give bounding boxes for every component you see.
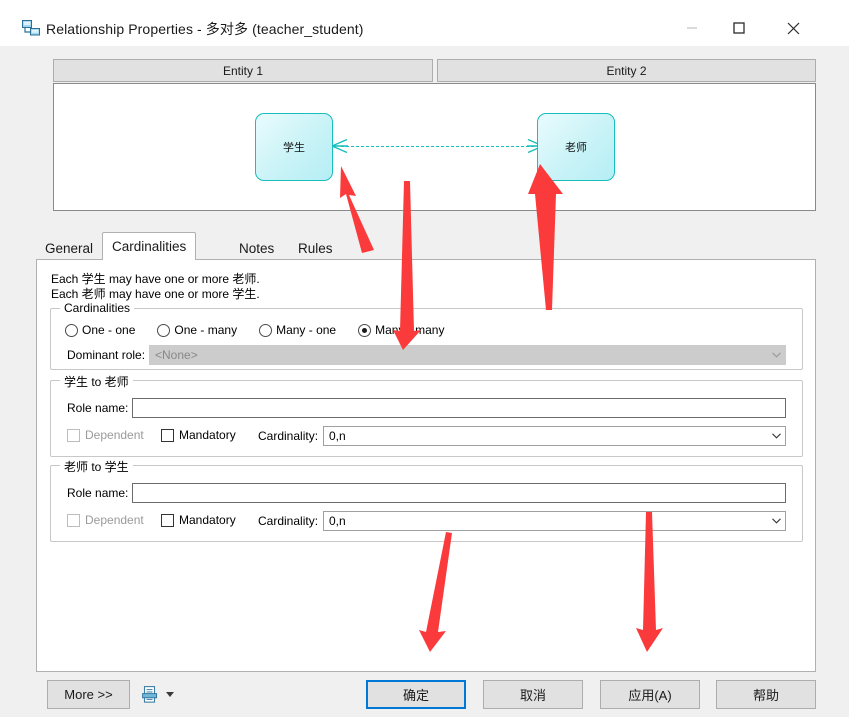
cardinality-value-2: 0,n [324,514,767,528]
chevron-down-icon [767,433,785,439]
role-group-2-title: 老师 to 学生 [60,458,133,475]
description-line-2: Each 老师 may have one or more 学生. [51,287,260,302]
dependent-label-2: Dependent [85,513,144,527]
dominant-role-value: <None> [150,348,767,362]
cardinalities-group: Cardinalities One - one One - many Many … [50,308,803,370]
radio-one-many[interactable]: One - many [157,323,237,337]
radio-one-one-label: One - one [82,323,135,337]
dependent-checkbox-2-box [67,514,80,527]
ok-button-label: 确定 [403,685,429,704]
role-group-student-to-teacher: 学生 to 老师 Role name: Dependent Mandatory … [50,380,803,457]
dominant-role-label: Dominant role: [67,348,145,362]
mandatory-checkbox-1[interactable]: Mandatory [161,428,236,442]
cardinality-select-2[interactable]: 0,n [323,511,786,531]
cardinality-value-1: 0,n [324,429,767,443]
cardinality-radio-group: One - one One - many Many - one Many - m… [65,323,466,337]
role-group-teacher-to-student: 老师 to 学生 Role name: Dependent Mandatory … [50,465,803,542]
relationship-icon [22,20,40,36]
apply-button[interactable]: 应用(A) [600,680,700,709]
dependent-label-1: Dependent [85,428,144,442]
cardinality-select-1[interactable]: 0,n [323,426,786,446]
cardinalities-tab-page: Each 学生 may have one or more 老师. Each 老师… [36,259,816,672]
relationship-description: Each 学生 may have one or more 老师. Each 老师… [51,272,260,302]
mandatory-checkbox-2[interactable]: Mandatory [161,513,236,527]
radio-many-many-dot [358,324,371,337]
dialog-client-area: Entity 1 Entity 2 学生 老师 General Cardinal… [0,46,849,717]
entity-left-label: 学生 [283,139,305,155]
dependent-checkbox-1[interactable]: Dependent [67,428,144,442]
help-button[interactable]: 帮助 [716,680,816,709]
close-button[interactable] [770,12,817,44]
dialog-button-bar: More >> 确定 取消 应用(A) 帮助 [0,672,849,717]
tab-notes-label: Notes [239,241,274,256]
relationship-line [341,146,534,147]
tab-strip: General Cardinalities Notes Rules [36,232,816,260]
window-title: Relationship Properties - 多对多 (teacher_s… [46,19,364,39]
tab-notes[interactable]: Notes [230,236,283,260]
dependent-checkbox-2[interactable]: Dependent [67,513,144,527]
relationship-diagram-preview: 学生 老师 [53,83,816,211]
radio-many-one[interactable]: Many - one [259,323,336,337]
entity1-column-header[interactable]: Entity 1 [53,59,433,82]
radio-many-one-label: Many - one [276,323,336,337]
tab-general[interactable]: General [36,236,102,260]
crow-foot-left-icon [331,135,353,157]
entity-box-left[interactable]: 学生 [255,113,333,181]
radio-one-many-dot [157,324,170,337]
role-name-input-1[interactable] [132,398,786,418]
report-dropdown-arrow-icon[interactable] [166,692,174,697]
maximize-button[interactable] [715,12,762,44]
tab-cardinalities-label: Cardinalities [112,239,186,254]
role-name-label-2: Role name: [67,486,128,500]
chevron-down-icon [767,352,785,358]
cardinality-label-1: Cardinality: [258,429,318,443]
help-button-label: 帮助 [753,685,779,704]
entity2-column-header[interactable]: Entity 2 [437,59,816,82]
apply-button-label: 应用(A) [628,685,671,704]
mandatory-checkbox-1-box [161,429,174,442]
mandatory-label-2: Mandatory [179,513,236,527]
radio-many-one-dot [259,324,272,337]
entity-right-label: 老师 [565,139,587,155]
tab-rules[interactable]: Rules [289,236,342,260]
radio-one-many-label: One - many [174,323,237,337]
more-button-label: More >> [64,687,112,702]
tab-cardinalities[interactable]: Cardinalities [102,232,196,260]
dominant-role-select[interactable]: <None> [149,345,786,365]
minimize-button[interactable] [668,12,715,44]
title-bar: Relationship Properties - 多对多 (teacher_s… [0,0,849,46]
role-group-1-title: 学生 to 老师 [60,373,133,390]
tab-general-label: General [45,241,93,256]
cardinality-label-2: Cardinality: [258,514,318,528]
ok-button[interactable]: 确定 [366,680,466,709]
description-line-1: Each 学生 may have one or more 老师. [51,272,260,287]
cardinalities-group-title: Cardinalities [60,301,134,315]
entity2-header-label: Entity 2 [606,64,646,78]
cancel-button-label: 取消 [520,685,546,704]
mandatory-checkbox-2-box [161,514,174,527]
entity-box-right[interactable]: 老师 [537,113,615,181]
chevron-down-icon [767,518,785,524]
cancel-button[interactable]: 取消 [483,680,583,709]
role-name-label-1: Role name: [67,401,128,415]
radio-one-one[interactable]: One - one [65,323,135,337]
radio-many-many-label: Many - many [375,323,444,337]
radio-many-many[interactable]: Many - many [358,323,444,337]
role-name-input-2[interactable] [132,483,786,503]
entity1-header-label: Entity 1 [223,64,263,78]
radio-one-one-dot [65,324,78,337]
tab-rules-label: Rules [298,241,333,256]
dependent-checkbox-1-box [67,429,80,442]
mandatory-label-1: Mandatory [179,428,236,442]
report-icon[interactable] [142,686,158,703]
more-button[interactable]: More >> [47,680,130,709]
